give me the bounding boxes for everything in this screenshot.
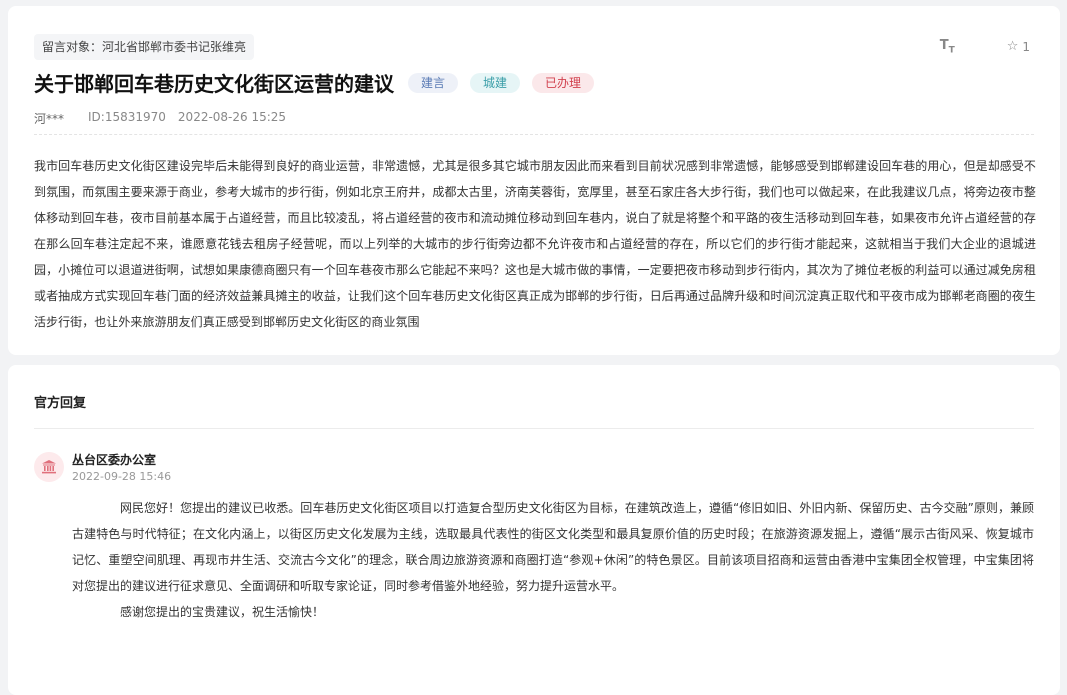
message-title: 关于邯郸回车巷历史文化街区运营的建议 — [34, 72, 394, 96]
toolbar: TT ☆ 1 — [940, 38, 1030, 56]
star-outline-icon: ☆ — [1006, 39, 1019, 55]
message-date: 2022-08-26 15:25 — [177, 110, 287, 124]
message-card: 留言对象：河北省邯郸市委书记张维亮 TT ☆ 1 关于邯郸回车巷历史文化街区运营… — [8, 6, 1060, 355]
government-building-icon — [34, 452, 64, 482]
tag-suggestion: 建言 — [408, 72, 459, 93]
favorite-button[interactable]: ☆ 1 — [1007, 39, 1030, 54]
reply-org-name: 丛台区委办公室 — [72, 453, 157, 467]
divider — [34, 134, 1034, 135]
message-id: ID:15831970 — [88, 110, 166, 124]
message-meta: 河*** ID:15831970 2022-08-26 15:25 — [34, 110, 286, 127]
divider — [34, 428, 1034, 429]
tag-urban-construction: 城建 — [470, 72, 521, 93]
title-row: 关于邯郸回车巷历史文化街区运营的建议 建言 城建 已办理 — [34, 68, 595, 97]
reply-heading: 官方回复 — [34, 396, 87, 411]
reply-paragraph: 网民您好！您提出的建议已收悉。回车巷历史文化街区项目以打造复合型历史文化街区为目… — [72, 501, 1034, 593]
message-target: 留言对象：河北省邯郸市委书记张维亮 — [34, 34, 255, 60]
font-size-icon[interactable]: TT — [940, 38, 955, 56]
reply-time: 2022-09-28 15:46 — [72, 470, 172, 483]
message-content: 我市回车巷历史文化街区建设完毕后未能得到良好的商业运营，非常遗憾，尤其是很多其它… — [34, 159, 1036, 329]
official-reply-card: 官方回复 丛台区委办公室 2022-09-28 15:46 网民您好！您提出的建… — [8, 365, 1060, 695]
reply-body: 网民您好！您提出的建议已收悉。回车巷历史文化街区项目以打造复合型历史文化街区为目… — [72, 495, 1034, 625]
author-name: 河*** — [34, 112, 65, 126]
favorite-count: 1 — [1022, 39, 1030, 54]
tag-status-handled: 已办理 — [532, 72, 595, 93]
reply-paragraph: 感谢您提出的宝贵建议，祝生活愉快！ — [120, 605, 325, 619]
font-size-label: T — [939, 38, 949, 53]
